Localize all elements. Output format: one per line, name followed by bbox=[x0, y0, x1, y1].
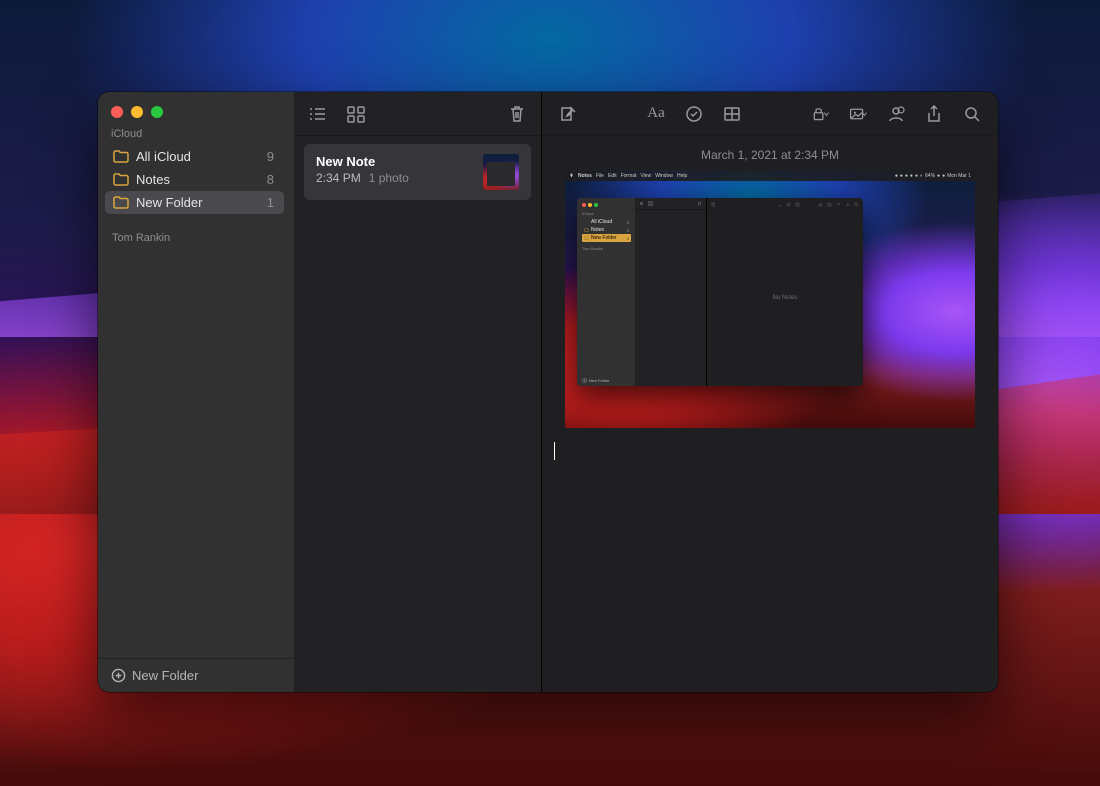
checklist-button[interactable] bbox=[684, 105, 704, 123]
note-attachment-image[interactable]: Notes File Edit Format View Window Help … bbox=[565, 170, 975, 428]
folder-count: 8 bbox=[267, 172, 274, 187]
note-list-item[interactable]: New Note 2:34 PM 1 photo bbox=[304, 144, 531, 200]
note-list-column: New Note 2:34 PM 1 photo bbox=[294, 92, 542, 692]
close-button[interactable] bbox=[111, 106, 123, 118]
media-button[interactable] bbox=[848, 105, 868, 123]
chevron-down-icon bbox=[823, 110, 830, 118]
window-controls bbox=[98, 92, 294, 118]
editor-column: Aa bbox=[542, 92, 998, 692]
folder-count: 9 bbox=[267, 149, 274, 164]
note-list-toolbar bbox=[294, 92, 541, 136]
text-cursor bbox=[554, 442, 555, 460]
sidebar: iCloud All iCloud 9 Notes 8 New Folder 1… bbox=[98, 92, 294, 692]
note-title: New Note bbox=[316, 154, 473, 169]
folder-label: New Folder bbox=[136, 195, 260, 210]
editor-toolbar: Aa bbox=[542, 92, 998, 136]
format-text-button[interactable]: Aa bbox=[646, 105, 666, 123]
folder-icon bbox=[113, 173, 129, 186]
editor-body[interactable]: March 1, 2021 at 2:34 PM Notes File Edit… bbox=[542, 136, 998, 692]
folder-notes[interactable]: Notes 8 bbox=[105, 168, 284, 191]
folder-label: All iCloud bbox=[136, 149, 260, 164]
sidebar-user-section: Tom Rankin bbox=[111, 232, 284, 244]
fullscreen-button[interactable] bbox=[151, 106, 163, 118]
embedded-notes-window: iCloud All iCloud8 Notes8 New Folder0 To… bbox=[577, 198, 863, 386]
share-button[interactable] bbox=[924, 105, 944, 123]
embedded-empty-text: No Notes bbox=[707, 210, 863, 386]
new-note-button[interactable] bbox=[558, 105, 578, 123]
folder-label: Notes bbox=[136, 172, 260, 187]
collaborate-button[interactable] bbox=[886, 105, 906, 123]
chevron-down-icon bbox=[861, 110, 868, 118]
note-time: 2:34 PM bbox=[316, 171, 361, 185]
folder-new-folder[interactable]: New Folder 1 bbox=[105, 191, 284, 214]
list-view-button[interactable] bbox=[308, 105, 328, 123]
embedded-menubar: Notes File Edit Format View Window Help … bbox=[565, 170, 975, 181]
new-folder-label: New Folder bbox=[132, 668, 198, 683]
sidebar-section-label: iCloud bbox=[111, 128, 284, 140]
new-folder-button[interactable]: New Folder bbox=[98, 658, 294, 692]
gallery-view-button[interactable] bbox=[346, 105, 366, 123]
note-date-label: March 1, 2021 at 2:34 PM bbox=[701, 148, 839, 162]
note-thumbnail bbox=[483, 154, 519, 190]
plus-circle-icon bbox=[111, 668, 126, 683]
delete-note-button[interactable] bbox=[507, 105, 527, 123]
minimize-button[interactable] bbox=[131, 106, 143, 118]
notes-window: iCloud All iCloud 9 Notes 8 New Folder 1… bbox=[98, 92, 998, 692]
search-button[interactable] bbox=[962, 105, 982, 123]
folder-all-icloud[interactable]: All iCloud 9 bbox=[105, 145, 284, 168]
table-button[interactable] bbox=[722, 105, 742, 123]
lock-note-button[interactable] bbox=[810, 105, 830, 123]
folder-icon bbox=[113, 196, 129, 209]
folder-icon bbox=[113, 150, 129, 163]
apple-icon bbox=[569, 173, 574, 178]
note-attachment-count: 1 photo bbox=[369, 171, 409, 185]
folder-count: 1 bbox=[267, 195, 274, 210]
